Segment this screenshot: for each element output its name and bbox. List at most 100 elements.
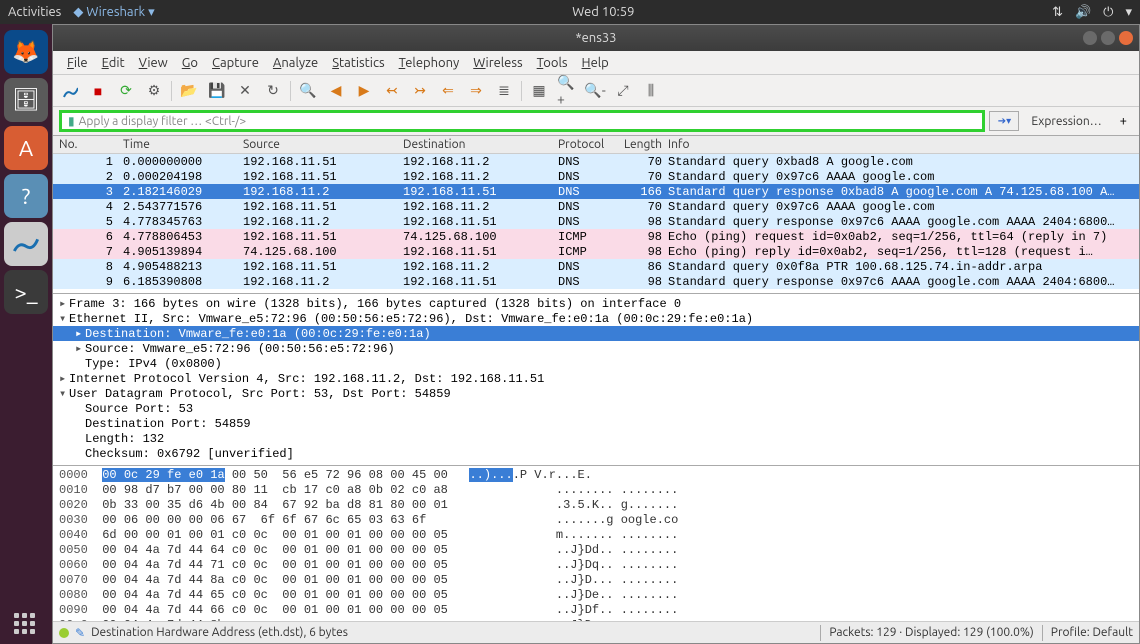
hex-row[interactable]: 0080 00 04 4a 7d 44 65 c0 0c 00 01 00 01… xyxy=(59,588,1133,603)
restart-capture-icon[interactable]: ⟳ xyxy=(115,80,137,102)
menu-analyze[interactable]: Analyze xyxy=(267,54,324,72)
jump-next-icon[interactable]: ↣ xyxy=(409,80,431,102)
appmenu-label[interactable]: Wireshark xyxy=(86,5,145,19)
packet-details-pane[interactable]: ▸Frame 3: 166 bytes on wire (1328 bits),… xyxy=(53,293,1139,465)
dock-files[interactable]: 🗄 xyxy=(4,78,48,122)
menu-wireless[interactable]: Wireless xyxy=(467,54,528,72)
power-icon[interactable]: ⏻ xyxy=(1103,5,1113,20)
dock-terminal[interactable]: >_ xyxy=(4,270,48,314)
titlebar[interactable]: *ens33 xyxy=(53,25,1139,51)
bookmark-icon: ▮ xyxy=(68,114,75,128)
expression-button[interactable]: Expression… xyxy=(1023,113,1109,130)
packet-row[interactable]: 42.543771576192.168.11.51192.168.11.2DNS… xyxy=(53,199,1139,214)
add-filter-button[interactable]: + xyxy=(1114,112,1133,130)
packet-row[interactable]: 64.778806453192.168.11.5174.125.68.100IC… xyxy=(53,229,1139,244)
go-next-icon[interactable]: ▶ xyxy=(353,80,375,102)
display-filter-input[interactable]: ▮ Apply a display filter … <Ctrl-/> xyxy=(59,110,985,132)
filter-toolbar: ▮ Apply a display filter … <Ctrl-/> ➔▾ E… xyxy=(53,107,1139,135)
detail-row[interactable]: ▸Destination: Vmware_fe:e0:1a (00:0c:29:… xyxy=(53,326,1139,341)
status-profile[interactable]: Profile: Default xyxy=(1051,626,1133,639)
detail-row[interactable]: ▸Source: Vmware_e5:72:96 (00:50:56:e5:72… xyxy=(53,341,1139,356)
dock-software[interactable]: A xyxy=(4,126,48,170)
expert-info-icon[interactable] xyxy=(59,628,69,638)
resize-columns-icon[interactable]: ⫼ xyxy=(640,80,662,102)
open-file-icon[interactable]: 📂 xyxy=(178,80,200,102)
auto-scroll-icon[interactable]: ≣ xyxy=(493,80,515,102)
menu-view[interactable]: View xyxy=(133,54,174,72)
hex-row[interactable]: 0040 6d 00 00 01 00 01 c0 0c 00 01 00 01… xyxy=(59,528,1133,543)
packet-row[interactable]: 10.000000000192.168.11.51192.168.11.2DNS… xyxy=(53,154,1139,169)
clock[interactable]: Wed 10:59 xyxy=(155,5,1052,19)
status-left: Destination Hardware Address (eth.dst), … xyxy=(91,626,348,639)
menu-statistics[interactable]: Statistics xyxy=(326,54,390,72)
packet-row[interactable]: 74.90513989474.125.68.100192.168.11.51IC… xyxy=(53,244,1139,259)
go-prev-icon[interactable]: ◀ xyxy=(325,80,347,102)
packet-row[interactable]: 32.182146029192.168.11.2192.168.11.51DNS… xyxy=(53,184,1139,199)
capture-file-icon[interactable]: ✎ xyxy=(75,626,85,640)
detail-row[interactable]: Destination Port: 54859 xyxy=(53,416,1139,431)
hex-row[interactable]: 0030 00 06 00 00 00 06 67 6f 6f 67 6c 65… xyxy=(59,513,1133,528)
packet-row[interactable]: 84.905488213192.168.11.51192.168.11.2DNS… xyxy=(53,259,1139,274)
close-button[interactable] xyxy=(1119,31,1133,45)
find-packet-icon[interactable]: 🔍 xyxy=(297,80,319,102)
detail-row[interactable]: Checksum: 0x6792 [unverified] xyxy=(53,446,1139,461)
hex-row[interactable]: 0000 00 0c 29 fe e0 1a 00 50 56 e5 72 96… xyxy=(59,468,1133,483)
capture-options-icon[interactable]: ⚙ xyxy=(143,80,165,102)
statusbar: ✎ Destination Hardware Address (eth.dst)… xyxy=(53,621,1139,643)
menubar: FileEditViewGoCaptureAnalyzeStatisticsTe… xyxy=(53,51,1139,75)
menu-telephony[interactable]: Telephony xyxy=(393,54,466,72)
jump-prev-icon[interactable]: ↢ xyxy=(381,80,403,102)
colorize-icon[interactable]: ▦ xyxy=(528,80,550,102)
menu-edit[interactable]: Edit xyxy=(96,54,131,72)
menu-file[interactable]: File xyxy=(61,54,94,72)
detail-row[interactable]: ▾User Datagram Protocol, Src Port: 53, D… xyxy=(53,386,1139,401)
packet-list-pane[interactable]: No. Time Source Destination Protocol Len… xyxy=(53,135,1139,293)
dock: 🦊 🗄 A ? >_ xyxy=(0,24,52,644)
hex-row[interactable]: 0070 00 04 4a 7d 44 8a c0 0c 00 01 00 01… xyxy=(59,573,1133,588)
hex-row[interactable]: 0010 00 98 d7 b7 00 00 80 11 cb 17 c0 a8… xyxy=(59,483,1133,498)
stop-capture-icon[interactable]: ■ xyxy=(87,80,109,102)
close-file-icon[interactable]: ✕ xyxy=(234,80,256,102)
detail-row[interactable]: ▸Frame 3: 166 bytes on wire (1328 bits),… xyxy=(53,296,1139,311)
window-title: *ens33 xyxy=(575,31,616,45)
hex-row[interactable]: 0050 00 04 4a 7d 44 64 c0 0c 00 01 00 01… xyxy=(59,543,1133,558)
volume-icon[interactable]: 🔊 xyxy=(1075,5,1091,20)
packet-row[interactable]: 54.778345763192.168.11.2192.168.11.51DNS… xyxy=(53,214,1139,229)
gnome-topbar: Activities ◆ Wireshark ▾ Wed 10:59 ⇅ 🔊 ⏻… xyxy=(0,0,1140,24)
go-last-icon[interactable]: ⇒ xyxy=(465,80,487,102)
toolbar: ■ ⟳ ⚙ 📂 💾 ✕ ↻ 🔍 ◀ ▶ ↢ ↣ ⇐ ⇒ ≣ ▦ 🔍+ 🔍- ⤢ … xyxy=(53,75,1139,107)
hex-row[interactable]: 0090 00 04 4a 7d 44 66 c0 0c 00 01 00 01… xyxy=(59,603,1133,618)
menu-capture[interactable]: Capture xyxy=(206,54,265,72)
packet-bytes-pane[interactable]: 0000 00 0c 29 fe e0 1a 00 50 56 e5 72 96… xyxy=(53,465,1139,621)
go-first-icon[interactable]: ⇐ xyxy=(437,80,459,102)
start-capture-icon[interactable] xyxy=(59,80,81,102)
detail-row[interactable]: Length: 132 xyxy=(53,431,1139,446)
menu-help[interactable]: Help xyxy=(576,54,615,72)
packet-row[interactable]: 96.185390808192.168.11.2192.168.11.51DNS… xyxy=(53,274,1139,289)
network-icon[interactable]: ⇅ xyxy=(1052,5,1063,20)
packet-row[interactable]: 20.000204198192.168.11.51192.168.11.2DNS… xyxy=(53,169,1139,184)
zoom-reset-icon[interactable]: ⤢ xyxy=(612,80,634,102)
detail-row[interactable]: ▸Internet Protocol Version 4, Src: 192.1… xyxy=(53,371,1139,386)
detail-row[interactable]: Type: IPv4 (0x0800) xyxy=(53,356,1139,371)
detail-row[interactable]: Source Port: 53 xyxy=(53,401,1139,416)
dock-wireshark[interactable] xyxy=(4,222,48,266)
system-menu-icon[interactable]: ▾ xyxy=(1125,5,1132,20)
show-apps-button[interactable] xyxy=(14,613,35,634)
zoom-in-icon[interactable]: 🔍+ xyxy=(556,80,578,102)
menu-go[interactable]: Go xyxy=(176,54,204,72)
save-file-icon[interactable]: 💾 xyxy=(206,80,228,102)
detail-row[interactable]: ▾Ethernet II, Src: Vmware_e5:72:96 (00:5… xyxy=(53,311,1139,326)
reload-icon[interactable]: ↻ xyxy=(262,80,284,102)
hex-row[interactable]: 0020 0b 33 00 35 d6 4b 00 84 67 92 ba d8… xyxy=(59,498,1133,513)
activities-button[interactable]: Activities xyxy=(8,5,61,19)
maximize-button[interactable] xyxy=(1101,31,1115,45)
zoom-out-icon[interactable]: 🔍- xyxy=(584,80,606,102)
packet-list-header[interactable]: No. Time Source Destination Protocol Len… xyxy=(53,136,1139,154)
filter-history-dropdown[interactable]: ➔▾ xyxy=(989,111,1019,131)
hex-row[interactable]: 0060 00 04 4a 7d 44 71 c0 0c 00 01 00 01… xyxy=(59,558,1133,573)
menu-tools[interactable]: Tools xyxy=(531,54,574,72)
dock-help[interactable]: ? xyxy=(4,174,48,218)
minimize-button[interactable] xyxy=(1083,31,1097,45)
dock-firefox[interactable]: 🦊 xyxy=(4,30,48,74)
